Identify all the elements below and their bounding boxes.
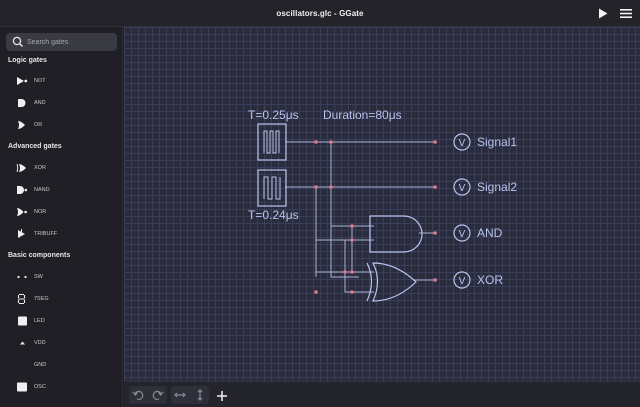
oscillator-1-period: T=0.25μs <box>248 108 299 122</box>
sidebar-item-label: OSC <box>34 384 46 390</box>
sidebar-item-osc[interactable]: OSC <box>16 380 46 394</box>
sidebar-item-label: VDD <box>34 340 46 346</box>
voltmeter-symbol: V <box>459 229 466 240</box>
sidebar-item-label: OR <box>34 122 43 128</box>
gnd-icon <box>20 364 25 367</box>
simulation-duration: Duration=80μs <box>323 108 402 122</box>
probe-xor[interactable]: V <box>453 271 471 289</box>
add-button[interactable] <box>216 389 228 407</box>
led-icon <box>18 316 27 326</box>
bottom-toolbar <box>124 381 640 407</box>
sidebar-item-7seg[interactable]: 7SEG <box>16 292 49 306</box>
and-gate[interactable] <box>369 215 423 253</box>
window-title: oscillators.glc - GGate <box>276 8 364 18</box>
component-sidebar: Logic gates NOT AND OR Advanced gates XO… <box>0 27 123 407</box>
tribuff-icon <box>18 229 25 238</box>
oscillator-1[interactable] <box>257 123 287 161</box>
redo-icon[interactable] <box>152 389 164 401</box>
title-bar: oscillators.glc - GGate <box>0 0 640 27</box>
sidebar-item-not[interactable]: NOT <box>16 74 46 88</box>
sidebar-item-label: GND <box>34 362 47 368</box>
sidebar-item-xor[interactable]: XOR <box>16 161 46 175</box>
sidebar-item-label: AND <box>34 100 46 106</box>
sidebar-item-vdd[interactable]: VDD <box>16 336 46 350</box>
or-gate-icon <box>18 121 25 129</box>
voltmeter-symbol: V <box>459 183 466 194</box>
section-logic-gates: Logic gates <box>8 57 47 64</box>
nand-gate-icon <box>17 186 28 194</box>
voltmeter-symbol: V <box>459 276 466 287</box>
wires[interactable] <box>285 141 437 293</box>
sidebar-item-nor[interactable]: NOR <box>16 205 46 219</box>
undo-icon[interactable] <box>132 389 144 401</box>
xor-gate-icon <box>16 163 26 173</box>
switch-icon <box>17 275 27 279</box>
section-advanced-gates: Advanced gates <box>8 143 62 150</box>
probe-label-signal1: Signal1 <box>477 135 517 149</box>
probe-signal1[interactable]: V <box>453 133 471 151</box>
sidebar-item-nand[interactable]: NAND <box>16 183 50 197</box>
sidebar-item-or[interactable]: OR <box>16 118 42 132</box>
search-input[interactable] <box>27 38 117 46</box>
oscillator-icon <box>17 382 27 392</box>
sidebar-item-label: XOR <box>34 165 46 171</box>
circuit-canvas[interactable]: T=0.25μs Duration=80μs T=0.24μs V Signal… <box>124 27 640 381</box>
probe-label-xor: XOR <box>477 273 503 287</box>
sidebar-item-label: SW <box>34 274 43 280</box>
sidebar-item-label: 7SEG <box>34 296 49 302</box>
oscillator-2-period: T=0.24μs <box>248 208 299 222</box>
sidebar-item-and[interactable]: AND <box>16 96 46 110</box>
flip-vertical-icon[interactable] <box>194 389 206 401</box>
probe-and[interactable]: V <box>453 224 471 242</box>
oscillator-2[interactable] <box>257 169 287 207</box>
play-icon[interactable] <box>598 8 608 19</box>
sidebar-item-led[interactable]: LED <box>16 314 45 328</box>
and-gate-icon <box>18 99 26 107</box>
sidebar-item-tribuff[interactable]: TRIBUFF <box>16 227 57 241</box>
xor-gate[interactable] <box>366 262 417 302</box>
voltmeter-symbol: V <box>459 138 466 149</box>
probe-signal2[interactable]: V <box>453 178 471 196</box>
sidebar-item-gnd[interactable]: GND <box>16 358 46 372</box>
section-basic-components: Basic components <box>8 252 71 259</box>
search-box[interactable] <box>6 33 117 51</box>
probe-label-signal2: Signal2 <box>477 180 517 194</box>
probe-label-and: AND <box>477 226 503 240</box>
history-group <box>129 386 167 404</box>
sidebar-item-sw[interactable]: SW <box>16 270 43 284</box>
plus-icon[interactable] <box>216 390 228 402</box>
flip-group <box>171 386 209 404</box>
flip-horizontal-icon[interactable] <box>174 389 186 401</box>
sidebar-item-label: LED <box>34 318 45 324</box>
search-icon <box>12 36 23 47</box>
sidebar-item-label: NAND <box>34 187 50 193</box>
menu-icon[interactable] <box>620 8 632 19</box>
nor-gate-icon <box>17 208 27 216</box>
vdd-icon <box>20 341 25 345</box>
sidebar-item-label: TRIBUFF <box>34 231 58 237</box>
not-gate-icon <box>17 77 28 85</box>
sidebar-item-label: NOR <box>34 209 47 215</box>
seven-segment-icon <box>17 294 26 304</box>
sidebar-item-label: NOT <box>34 78 46 84</box>
